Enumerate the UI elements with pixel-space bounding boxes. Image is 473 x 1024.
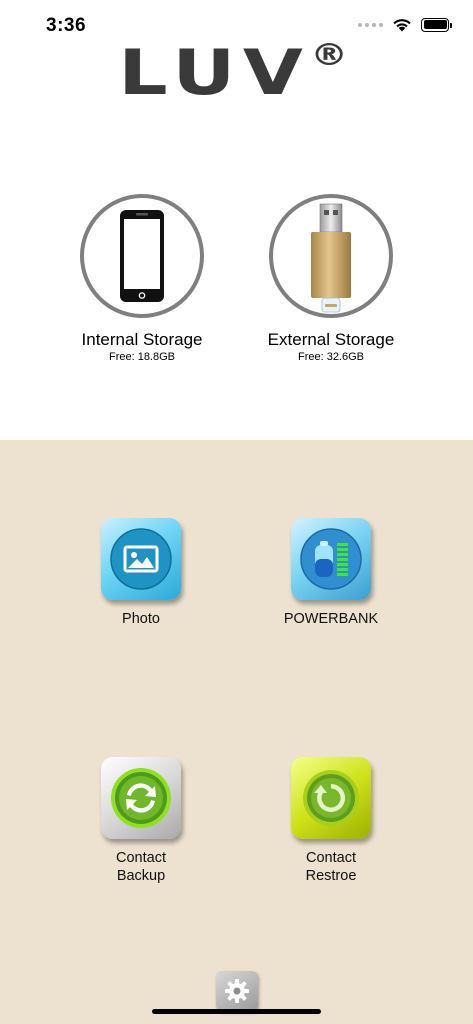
contact-restore-label: Contact Restroe xyxy=(305,850,357,884)
contact-backup-button[interactable] xyxy=(101,757,181,839)
battery-icon xyxy=(300,528,362,590)
photo-label: Photo xyxy=(122,611,160,627)
gear-icon xyxy=(225,979,249,1003)
contact-backup-tile[interactable]: Contact Backup xyxy=(51,757,231,885)
powerbank-button[interactable] xyxy=(291,518,371,600)
battery-icon xyxy=(421,17,452,32)
wifi-icon xyxy=(393,19,411,32)
external-storage-ring[interactable] xyxy=(269,194,393,318)
status-time: 3:36 xyxy=(46,15,87,36)
external-storage-title: External Storage xyxy=(267,330,395,349)
registered-mark: ® xyxy=(310,38,356,73)
external-storage-card[interactable]: External Storage Free: 32.6GB xyxy=(261,194,401,363)
external-storage-free: Free: 32.6GB xyxy=(297,351,365,363)
contact-restore-button[interactable] xyxy=(291,757,371,839)
status-indicators xyxy=(358,17,452,32)
internal-storage-free: Free: 18.8GB xyxy=(108,351,176,363)
sync-arrows-icon xyxy=(111,768,171,828)
powerbank-label: POWERBANK xyxy=(283,611,379,627)
internal-storage-card[interactable]: Internal Storage Free: 18.8GB xyxy=(72,194,212,363)
photo-icon xyxy=(110,528,172,590)
contact-backup-label: Contact Backup xyxy=(116,850,166,884)
home-indicator[interactable] xyxy=(152,1009,321,1014)
restore-arrow-icon xyxy=(303,770,359,826)
settings-button[interactable] xyxy=(216,971,258,1011)
internal-storage-ring[interactable] xyxy=(80,194,204,318)
powerbank-tile[interactable]: POWERBANK xyxy=(241,518,421,628)
photo-button[interactable] xyxy=(101,518,181,600)
cellular-signal-icon xyxy=(358,22,383,27)
contact-restore-tile[interactable]: Contact Restroe xyxy=(241,757,421,885)
usb-drive-icon xyxy=(311,203,351,313)
app-logo: LUV® xyxy=(0,36,473,109)
logo-text: LUV® xyxy=(117,36,356,109)
photo-tile[interactable]: Photo xyxy=(51,518,231,628)
internal-storage-title: Internal Storage xyxy=(81,330,203,349)
feature-panel: Photo POWERBANK Contact Backup Contact R… xyxy=(0,440,473,1024)
phone-icon xyxy=(120,210,164,302)
